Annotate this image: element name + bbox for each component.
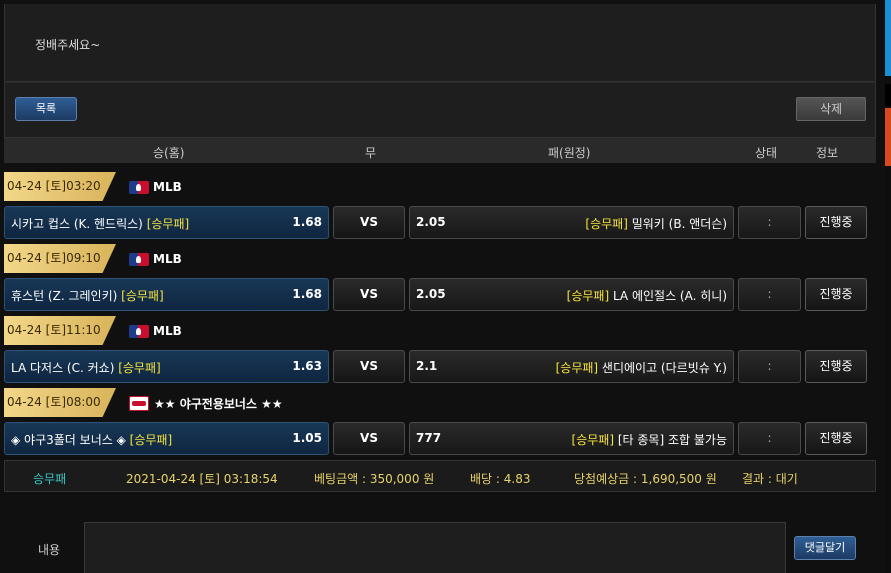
home-bet-button[interactable]: 휴스턴 (Z. 그레인키) [승무패] 1.68: [4, 278, 329, 311]
away-bet-button[interactable]: 777 [승무패] [타 종목] 조합 불가능: [409, 422, 734, 455]
game-date: 04-24 [토]03:20: [4, 172, 116, 201]
league-label: MLB: [129, 249, 182, 269]
home-odds: 1.68: [292, 287, 322, 301]
draw-button[interactable]: VS: [333, 422, 405, 455]
away-odds: 2.1: [416, 359, 438, 373]
league-name: MLB: [153, 180, 182, 194]
info-button[interactable]: 진행중: [805, 206, 867, 239]
away-team: LA 에인절스 (A. 히니): [612, 289, 727, 303]
draw-button[interactable]: VS: [333, 350, 405, 383]
summary-datetime: 2021-04-24 [토] 03:18:54: [126, 472, 278, 486]
away-team: 밀워키 (B. 앤더슨): [631, 217, 727, 231]
baseball-bonus-icon: [129, 395, 149, 411]
away-bet-button[interactable]: 2.05 [승무패] 밀워키 (B. 앤더슨): [409, 206, 734, 239]
away-bet-button[interactable]: 2.05 [승무패] LA 에인절스 (A. 히니): [409, 278, 734, 311]
game-date: 04-24 [토]11:10: [4, 316, 116, 345]
bet-type-tag: [승무패]: [566, 289, 610, 303]
comment-textarea[interactable]: [84, 522, 786, 573]
bet-type-tag: [승무패]: [146, 217, 190, 231]
home-team: 시카고 컵스 (K. 헨드릭스): [11, 217, 143, 231]
bet-type-tag: [승무패]: [585, 217, 628, 231]
info-button[interactable]: 진행중: [805, 350, 867, 383]
bet-summary: 승무패 2021-04-24 [토] 03:18:54 베팅금액 : 350,0…: [4, 460, 876, 492]
league-label: ★★ 야구전용보너스 ★★: [129, 393, 283, 413]
game-date: 04-24 [토]09:10: [4, 244, 116, 273]
bet-type-tag: [승무패]: [118, 361, 161, 375]
mlb-logo-icon: [129, 180, 149, 194]
away-team: 샌디에이고 (다르빗슈 Y.): [601, 361, 727, 375]
summary-odds: 배당 : 4.83: [470, 472, 531, 486]
bet-detail-page: 정배주세요~ 목록 삭제 승(홈) 무 패(원정) 상태 정보 04-24 [토…: [0, 0, 891, 573]
away-odds: 777: [416, 431, 442, 445]
home-odds: 1.63: [292, 359, 322, 373]
home-odds: 1.05: [292, 431, 322, 445]
home-bet-button[interactable]: LA 다저스 (C. 커쇼) [승무패] 1.63: [4, 350, 329, 383]
mlb-logo-icon: [129, 324, 149, 338]
summary-type: 승무패: [33, 472, 67, 486]
summary-expected: 당첨예상금 : 1,690,500 원: [574, 472, 717, 486]
comment-label: 내용: [38, 543, 61, 557]
table-header: 승(홈) 무 패(원정) 상태 정보: [4, 138, 876, 164]
header-status: 상태: [755, 146, 778, 160]
home-team: 휴스턴 (Z. 그레인키): [11, 289, 118, 303]
post-content: 정배주세요~: [4, 4, 876, 82]
mlb-logo-icon: [129, 252, 149, 266]
game-date: 04-24 [토]08:00: [4, 388, 116, 417]
league-name: ★★ 야구전용보너스 ★★: [154, 396, 283, 411]
list-button[interactable]: 목록: [15, 97, 77, 121]
bet-type-tag: [승무패]: [571, 433, 615, 447]
game-status: :: [738, 206, 801, 239]
league-name: MLB: [153, 324, 182, 338]
draw-button[interactable]: VS: [333, 278, 405, 311]
draw-button[interactable]: VS: [333, 206, 405, 239]
bet-type-tag: [승무패]: [129, 433, 173, 447]
game-status: :: [738, 350, 801, 383]
home-bet-button[interactable]: 시카고 컵스 (K. 헨드릭스) [승무패] 1.68: [4, 206, 329, 239]
home-bet-button[interactable]: ◈ 야구3폴더 보너스 ◈ [승무패] 1.05: [4, 422, 329, 455]
delete-button[interactable]: 삭제: [796, 97, 866, 121]
league-label: MLB: [129, 177, 182, 197]
header-draw: 무: [365, 146, 377, 160]
game-status: :: [738, 422, 801, 455]
home-team: ◈ 야구3폴더 보너스 ◈: [11, 433, 126, 447]
home-team: LA 다저스 (C. 커쇼): [11, 361, 115, 375]
summary-result: 결과 : 대기: [742, 472, 798, 486]
post-content-text: 정배주세요~: [35, 38, 101, 52]
home-odds: 1.68: [292, 215, 322, 229]
away-bet-button[interactable]: 2.1 [승무패] 샌디에이고 (다르빗슈 Y.): [409, 350, 734, 383]
info-button[interactable]: 진행중: [805, 278, 867, 311]
info-button[interactable]: 진행중: [805, 422, 867, 455]
action-bar: 목록 삭제: [4, 82, 876, 138]
away-team: [타 종목] 조합 불가능: [617, 433, 727, 447]
summary-bet-amount: 베팅금액 : 350,000 원: [314, 472, 435, 486]
comment-submit-button[interactable]: 댓글달기: [794, 536, 856, 560]
league-name: MLB: [153, 252, 182, 266]
league-label: MLB: [129, 321, 182, 341]
away-odds: 2.05: [416, 287, 446, 301]
header-away: 패(원정): [548, 146, 591, 160]
away-odds: 2.05: [416, 215, 446, 229]
header-info: 정보: [816, 146, 839, 160]
bet-type-tag: [승무패]: [555, 361, 599, 375]
right-edge-strip: [885, 0, 891, 573]
bet-type-tag: [승무패]: [121, 289, 164, 303]
game-status: :: [738, 278, 801, 311]
header-home: 승(홈): [153, 146, 185, 160]
